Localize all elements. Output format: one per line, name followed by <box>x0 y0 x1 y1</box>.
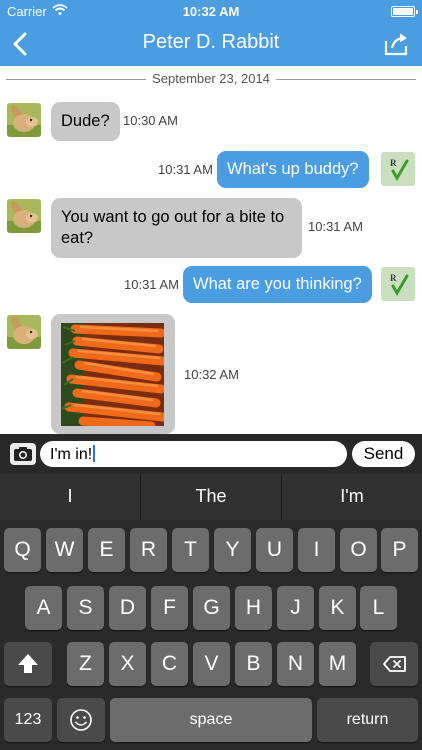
message-bubble-incoming[interactable] <box>51 314 175 434</box>
user-avatar[interactable]: R <box>381 267 415 301</box>
keyboard: I The I'm Q W E R T Y U I O P A S D F G … <box>0 474 422 750</box>
message-text-line: You want to go out for a bite to <box>61 208 285 226</box>
send-button[interactable]: Send <box>352 441 415 467</box>
key-j[interactable]: J <box>277 586 314 630</box>
message-timestamp: 10:30 AM <box>123 113 178 128</box>
key-v[interactable]: V <box>193 642 230 686</box>
key-x[interactable]: X <box>109 642 146 686</box>
message-timestamp: 10:32 AM <box>184 367 239 382</box>
message-input[interactable]: I'm in! <box>40 441 347 467</box>
shift-key[interactable] <box>4 642 52 686</box>
key-y[interactable]: Y <box>214 528 251 572</box>
key-k[interactable]: K <box>319 586 356 630</box>
delete-key[interactable] <box>370 642 418 686</box>
message-bubble-incoming[interactable]: You want to go out for a bite to eat? <box>51 198 302 258</box>
status-time: 10:32 AM <box>182 4 240 19</box>
rabbit-avatar[interactable] <box>7 103 41 137</box>
key-u[interactable]: U <box>256 528 293 572</box>
camera-button[interactable] <box>10 443 36 465</box>
message-bubble-incoming[interactable]: Dude? <box>51 102 120 141</box>
key-c[interactable]: C <box>151 642 188 686</box>
key-n[interactable]: N <box>277 642 314 686</box>
message-bubble-outgoing[interactable]: What's up buddy? <box>217 151 369 188</box>
date-separator: September 23, 2014 <box>6 70 416 88</box>
message-text: What's up buddy? <box>227 160 359 178</box>
suggestion-item[interactable]: I <box>0 474 140 520</box>
message-text: Dude? <box>61 112 110 130</box>
suggestion-item[interactable]: The <box>141 474 281 520</box>
text-caret <box>93 445 96 462</box>
key-i[interactable]: I <box>298 528 335 572</box>
message-timestamp: 10:31 AM <box>124 277 179 292</box>
message-timestamp: 10:31 AM <box>308 219 363 234</box>
key-t[interactable]: T <box>172 528 209 572</box>
key-p[interactable]: P <box>381 528 418 572</box>
svg-text:R: R <box>390 158 397 168</box>
composer-toolbar: I'm in! Send <box>0 434 422 474</box>
message-timestamp: 10:31 AM <box>158 162 213 177</box>
message-bubble-outgoing[interactable]: What are you thinking? <box>183 266 372 303</box>
status-bar: Carrier 10:32 AM <box>0 0 422 22</box>
key-m[interactable]: M <box>319 642 356 686</box>
key-a[interactable]: A <box>25 586 62 630</box>
key-g[interactable]: G <box>193 586 230 630</box>
svg-text:R: R <box>390 273 397 283</box>
backspace-icon <box>383 656 406 672</box>
emoji-key[interactable] <box>57 698 105 742</box>
key-z[interactable]: Z <box>67 642 104 686</box>
carrots-photo[interactable] <box>61 323 168 431</box>
key-l[interactable]: L <box>360 586 397 630</box>
camera-icon <box>14 447 32 461</box>
key-h[interactable]: H <box>235 586 272 630</box>
page-title: Peter D. Rabbit <box>142 31 280 53</box>
battery-icon <box>391 6 418 17</box>
key-b[interactable]: B <box>235 642 272 686</box>
return-key[interactable]: return <box>317 698 418 742</box>
rabbit-avatar[interactable] <box>7 315 41 349</box>
key-d[interactable]: D <box>109 586 146 630</box>
key-s[interactable]: S <box>67 586 104 630</box>
nav-bar: Peter D. Rabbit <box>0 22 422 66</box>
key-r[interactable]: R <box>130 528 167 572</box>
numbers-key[interactable]: 123 <box>4 698 52 742</box>
date-label: September 23, 2014 <box>146 71 276 86</box>
message-text-line: eat? <box>61 229 94 247</box>
header: Carrier 10:32 AM Peter D. Rabbit <box>0 0 422 66</box>
message-text: What are you thinking? <box>193 275 362 293</box>
space-key[interactable]: space <box>110 698 312 742</box>
user-avatar[interactable]: R <box>381 152 415 186</box>
key-f[interactable]: F <box>151 586 188 630</box>
share-icon[interactable] <box>384 32 410 56</box>
back-chevron-icon[interactable] <box>10 32 32 56</box>
suggestion-item[interactable]: I'm <box>282 474 422 520</box>
rabbit-avatar[interactable] <box>7 199 41 233</box>
message-input-value: I'm in! <box>50 446 93 463</box>
key-q[interactable]: Q <box>4 528 41 572</box>
shift-arrow-icon <box>18 654 38 673</box>
emoji-icon <box>70 709 92 731</box>
key-w[interactable]: W <box>46 528 83 572</box>
key-o[interactable]: O <box>340 528 377 572</box>
key-e[interactable]: E <box>88 528 125 572</box>
